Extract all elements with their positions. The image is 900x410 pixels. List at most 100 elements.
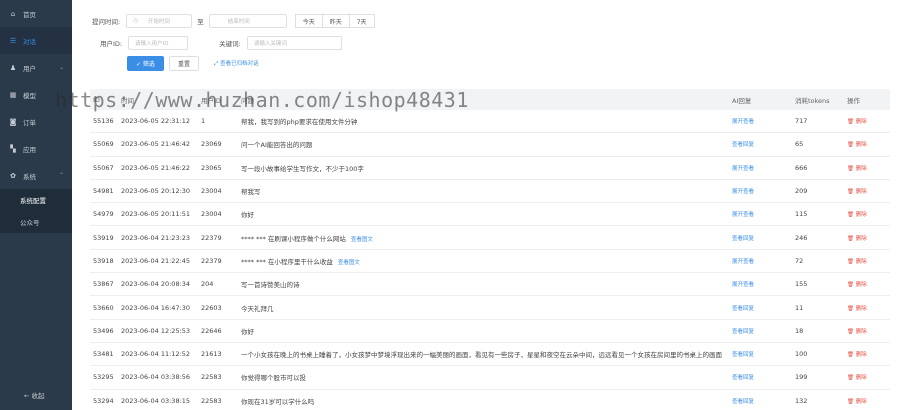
apps-icon: ▚ — [10, 144, 16, 153]
question-text: 你好 — [241, 327, 254, 336]
cell-id: 55136 — [93, 117, 114, 126]
user-icon: ♟ — [9, 63, 17, 72]
end-time-input[interactable]: 结束时间 — [208, 14, 287, 28]
cell-id: 53660 — [93, 303, 114, 312]
cell-uid: 23069 — [201, 140, 222, 149]
cell-question: 你好 — [241, 209, 732, 219]
sidebar-item-5[interactable]: ▚ 应用 — [0, 135, 72, 162]
view-reply-link[interactable]: 查看回复 — [732, 234, 795, 242]
cell-time: 2023-06-04 11:12:52 — [121, 350, 191, 359]
view-reply-link[interactable]: 展开查看 — [732, 164, 795, 172]
keyword-input[interactable]: 请输入关键词 — [246, 36, 342, 50]
table-row: 53481 2023-06-04 11:12:52 21613 一个小女孩在晚上的书桌… — [90, 343, 890, 367]
quick-range-button[interactable]: 7天 — [349, 14, 375, 28]
delete-button[interactable]: 🗑 删除 — [847, 397, 890, 405]
cell-uid: 1 — [201, 117, 206, 126]
delete-button[interactable]: 🗑 删除 — [847, 373, 890, 381]
cell-question: 写一段小故事给学生写作文，不少于100字 — [241, 163, 732, 173]
cell-uid: 22379 — [201, 233, 222, 242]
uid-input[interactable]: 请输入用户ID — [128, 36, 189, 50]
question-text: 你觉得哪个股市可以投 — [241, 374, 306, 383]
cell-id: 53295 — [93, 373, 114, 382]
cell-question: 写一首诗赞美山的诗 — [241, 279, 732, 289]
view-reply-link[interactable]: 查看回复 — [732, 373, 795, 381]
cell-tokens: 717 — [795, 117, 808, 126]
delete-button[interactable]: 🗑 删除 — [847, 187, 890, 195]
cell-tokens: 115 — [795, 210, 808, 219]
archived-link[interactable]: ⤢ 查看已归档对话 — [214, 59, 259, 68]
cell-time: 2023-06-04 21:22:45 — [121, 256, 191, 265]
view-image-link[interactable]: 查看图文 — [351, 237, 373, 243]
sidebar-item-4[interactable]: ◙ 订单 — [0, 108, 72, 135]
question-text: **** *** 在小程序里干什么收益 — [241, 257, 333, 266]
cell-id: 55067 — [93, 163, 114, 172]
view-reply-link[interactable]: 查看回复 — [732, 304, 795, 312]
cell-time: 2023-06-04 12:25:53 — [121, 326, 191, 335]
sidebar-item-label: 对话 — [23, 37, 36, 46]
cell-id: 54981 — [93, 187, 114, 196]
cell-uid: 22603 — [201, 303, 222, 312]
sidebar-item-0[interactable]: ⌂ 首页 — [0, 0, 72, 27]
quick-range-button[interactable]: 昨天 — [322, 14, 350, 28]
sidebar-item-label: 首页 — [23, 10, 36, 19]
view-reply-link[interactable]: 展开查看 — [732, 187, 795, 195]
search-button[interactable]: ✓ 筛选 — [127, 56, 164, 71]
delete-button[interactable]: 🗑 删除 — [847, 327, 890, 335]
view-reply-link[interactable]: 查看回复 — [732, 397, 795, 405]
view-reply-link[interactable]: 查看回复 — [732, 327, 795, 335]
cell-tokens: 209 — [795, 187, 808, 196]
table-body: 55136 2023-06-05 22:31:12 1 帮我，我写到的php要求在使用… — [90, 110, 890, 410]
sidebar-subitem-1[interactable]: 公众号 — [0, 211, 72, 233]
delete-button[interactable]: 🗑 删除 — [847, 234, 890, 242]
table-row: 53919 2023-06-04 21:23:23 22379 **** *** 在刷… — [90, 226, 890, 250]
sidebar-subitem-0[interactable]: 系统配置 — [0, 189, 72, 211]
delete-button[interactable]: 🗑 删除 — [847, 117, 890, 125]
start-time-input[interactable]: ◷ 开始时间 — [126, 14, 193, 28]
delete-button[interactable]: 🗑 删除 — [847, 210, 890, 218]
cell-uid: 23004 — [201, 210, 222, 219]
table-row: 55136 2023-06-05 22:31:12 1 帮我，我写到的php要求在使用… — [90, 110, 890, 134]
view-image-link[interactable]: 查看图文 — [338, 260, 360, 266]
cell-question: 问一个AI能回答出的问题 — [241, 139, 732, 149]
delete-button[interactable]: 🗑 删除 — [847, 304, 890, 312]
cell-uid: 204 — [201, 280, 214, 289]
quick-range-button[interactable]: 今天 — [294, 14, 323, 28]
cell-question: 帮我，我写到的php要求在使用文件分钟 — [241, 116, 732, 126]
question-text: 今天礼拜几 — [241, 304, 274, 313]
cell-tokens: 11 — [795, 303, 804, 312]
delete-button[interactable]: 🗑 删除 — [847, 350, 890, 358]
collapse-button[interactable]: ← 收起 — [24, 390, 45, 400]
delete-button[interactable]: 🗑 删除 — [847, 140, 890, 148]
cell-time: 2023-06-05 22:31:12 — [121, 117, 191, 126]
delete-button[interactable]: 🗑 删除 — [847, 257, 890, 265]
gear-icon: ✿ — [10, 171, 16, 180]
view-reply-link[interactable]: 展开查看 — [732, 257, 795, 265]
cell-question: 一个小女孩在晚上的书桌上睡着了，小女孩梦中梦境浮现出来的一幅美丽的画面，看见有一… — [241, 349, 732, 359]
question-text: 问一个AI能回答出的问题 — [241, 141, 313, 150]
cell-tokens: 18 — [795, 326, 804, 335]
delete-button[interactable]: 🗑 删除 — [847, 280, 890, 288]
question-text: 写一段小故事给学生写作文，不少于100字 — [241, 164, 364, 173]
sidebar-item-2[interactable]: ♟ 用户 ⌄ — [0, 54, 72, 81]
view-reply-link[interactable]: 展开查看 — [732, 210, 795, 218]
delete-button[interactable]: 🗑 删除 — [847, 164, 890, 172]
view-reply-link[interactable]: 展开查看 — [732, 117, 795, 125]
table-row: 55067 2023-06-05 21:46:22 23065 写一段小故事给学生写作… — [90, 157, 890, 180]
cell-time: 2023-06-05 21:46:42 — [121, 140, 191, 149]
reset-button[interactable]: 重置 — [168, 56, 199, 71]
question-text: 帮我写 — [241, 188, 261, 197]
sidebar-subnav: 系统配置 公众号 — [0, 189, 72, 233]
table-row: 54981 2023-06-05 20:12:30 23004 帮我写 展开查看 209 🗑… — [90, 180, 890, 204]
list-icon: ☰ — [9, 36, 17, 45]
cell-id: 55069 — [93, 140, 114, 149]
view-reply-link[interactable]: 展开查看 — [732, 280, 795, 288]
sidebar-item-6[interactable]: ✿ 系统 ⌃ — [0, 162, 72, 189]
cell-time: 2023-06-04 16:47:30 — [121, 303, 191, 312]
sidebar-item-label: 用户 — [23, 64, 36, 73]
main-content: 提问时间: ◷ 开始时间 至 结束时间 今天 昨天 7天 用户ID: 请输入用户ID… — [72, 0, 900, 410]
view-reply-link[interactable]: 查看回复 — [732, 350, 795, 358]
view-reply-link[interactable]: 查看回复 — [732, 140, 795, 148]
sidebar-item-1[interactable]: ☰ 对话 — [0, 27, 72, 54]
sidebar-item-label: 系统 — [23, 172, 36, 181]
cell-question: **** *** 在刷课小程序做个什么网站 查看图文 — [241, 233, 732, 243]
